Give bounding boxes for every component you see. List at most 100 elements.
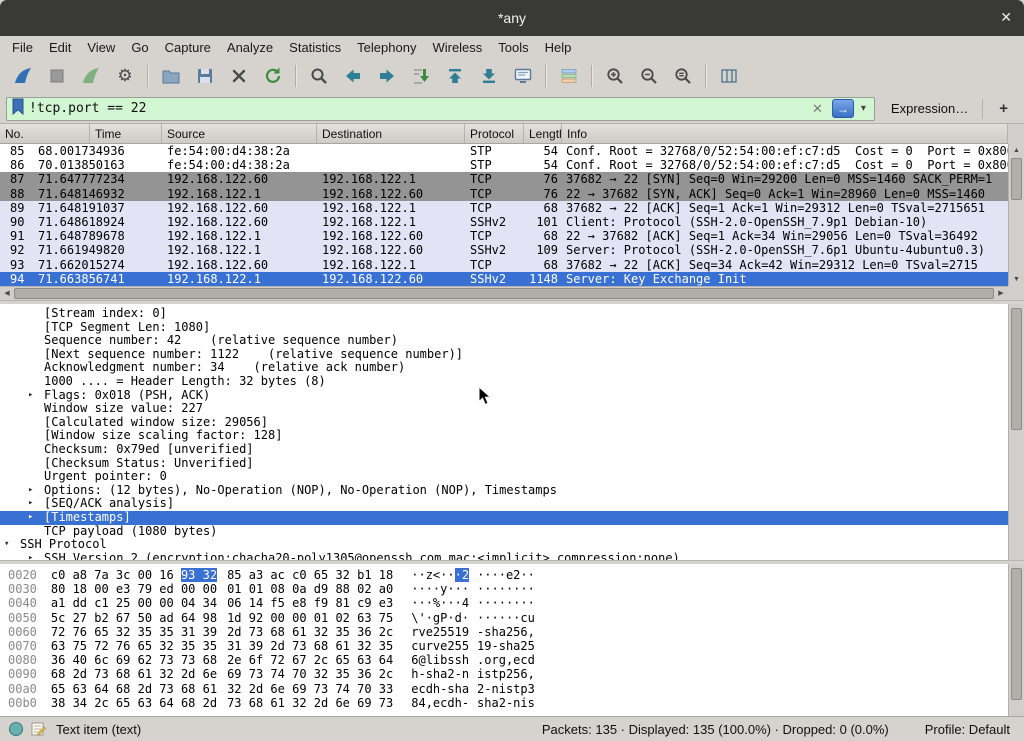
expander-icon[interactable]: ▸ [28, 497, 44, 511]
col-time[interactable]: Time [90, 124, 162, 143]
hex-row[interactable]: 008036 40 6c 69 62 73 73 682e 6f 72 67 2… [0, 653, 1024, 667]
details-vscrollbar[interactable] [1008, 304, 1024, 560]
packet-row[interactable]: 9271.661949820192.168.122.1192.168.122.6… [0, 243, 1008, 257]
capture-comment-icon[interactable] [30, 721, 46, 737]
resize-columns-icon[interactable] [715, 63, 743, 89]
menu-capture[interactable]: Capture [157, 38, 219, 57]
expression-button[interactable]: Expression… [883, 101, 976, 116]
detail-line[interactable]: [Next sequence number: 1122 (relative se… [0, 348, 1008, 362]
find-packet-icon[interactable] [305, 63, 333, 89]
stop-capture-icon[interactable] [43, 63, 71, 89]
menu-wireless[interactable]: Wireless [424, 38, 490, 57]
detail-line[interactable]: ▸[SEQ/ACK analysis] [0, 497, 1008, 511]
detail-line[interactable]: ▾SSH Protocol [0, 538, 1008, 552]
detail-line[interactable]: Checksum: 0x79ed [unverified] [0, 443, 1008, 457]
zoom-reset-icon[interactable] [669, 63, 697, 89]
packet-list-hscrollbar[interactable]: ◀ ▶ [0, 286, 1008, 300]
detail-line[interactable]: ▸Options: (12 bytes), No-Operation (NOP)… [0, 484, 1008, 498]
scrollbar-thumb[interactable] [1011, 308, 1022, 430]
packet-row[interactable]: 9171.648789678192.168.122.1192.168.122.6… [0, 229, 1008, 243]
scrollbar-thumb[interactable] [14, 288, 994, 299]
detail-line[interactable]: TCP payload (1080 bytes) [0, 525, 1008, 539]
packet-row[interactable]: 8568.001734936fe:54:00:d4:38:2aSTP54Conf… [0, 144, 1008, 158]
open-file-icon[interactable] [157, 63, 185, 89]
status-profile[interactable]: Profile: Default [925, 722, 1016, 737]
detail-line[interactable]: [Stream index: 0] [0, 307, 1008, 321]
add-filter-button[interactable]: + [989, 100, 1018, 117]
filter-apply-button[interactable]: → [832, 99, 854, 118]
detail-line[interactable]: Sequence number: 42 (relative sequence n… [0, 334, 1008, 348]
hex-row[interactable]: 00a065 63 64 68 2d 73 68 6132 2d 6e 69 7… [0, 682, 1024, 696]
auto-scroll-icon[interactable] [509, 63, 537, 89]
window-close-button[interactable]: ✕ [1000, 9, 1012, 26]
menu-help[interactable]: Help [537, 38, 580, 57]
detail-line[interactable]: Window size value: 227 [0, 402, 1008, 416]
go-first-icon[interactable] [441, 63, 469, 89]
menu-go[interactable]: Go [123, 38, 156, 57]
hex-row[interactable]: 003080 18 00 e3 79 ed 00 0001 01 08 0a d… [0, 582, 1024, 596]
menu-file[interactable]: File [4, 38, 41, 57]
col-protocol[interactable]: Protocol [465, 124, 524, 143]
menu-statistics[interactable]: Statistics [281, 38, 349, 57]
scroll-right-icon[interactable]: ▶ [994, 287, 1008, 300]
scrollbar-thumb[interactable] [1011, 568, 1022, 700]
packet-row[interactable]: 8871.648146932192.168.122.1192.168.122.6… [0, 187, 1008, 201]
filter-clear-icon[interactable]: ✕ [806, 101, 829, 117]
menu-tools[interactable]: Tools [490, 38, 536, 57]
reload-icon[interactable] [259, 63, 287, 89]
detail-line[interactable]: Acknowledgment number: 34 (relative ack … [0, 361, 1008, 375]
packet-list-vscrollbar[interactable]: ▲ ▼ [1008, 144, 1024, 286]
packet-row[interactable]: 9371.662015274192.168.122.60192.168.122.… [0, 258, 1008, 272]
zoom-in-icon[interactable] [601, 63, 629, 89]
col-source[interactable]: Source [162, 124, 317, 143]
expander-icon[interactable]: ▸ [28, 389, 44, 403]
detail-line[interactable]: [TCP Segment Len: 1080] [0, 321, 1008, 335]
go-forward-icon[interactable] [373, 63, 401, 89]
hex-row[interactable]: 006072 76 65 32 35 35 31 392d 73 68 61 3… [0, 625, 1024, 639]
hex-row[interactable]: 007063 75 72 76 65 32 35 3531 39 2d 73 6… [0, 639, 1024, 653]
filter-bookmark-icon[interactable] [11, 98, 25, 120]
expander-icon[interactable]: ▾ [4, 538, 20, 552]
expander-icon[interactable]: ▸ [28, 511, 44, 525]
scrollbar-thumb[interactable] [1011, 158, 1022, 200]
detail-line[interactable]: [Calculated window size: 29056] [0, 416, 1008, 430]
detail-line[interactable]: [Window size scaling factor: 128] [0, 429, 1008, 443]
hex-vscrollbar[interactable] [1008, 564, 1024, 716]
col-info[interactable]: Info [562, 124, 1008, 143]
hex-row[interactable]: 00505c 27 b2 67 50 ad 64 981d 92 00 00 0… [0, 611, 1024, 625]
detail-line[interactable]: ▸Flags: 0x018 (PSH, ACK) [0, 389, 1008, 403]
expert-info-icon[interactable] [8, 721, 24, 737]
capture-options-icon[interactable]: ⚙ [111, 63, 139, 89]
expander-icon[interactable]: ▸ [28, 552, 44, 560]
hex-row[interactable]: 0040a1 dd c1 25 00 00 04 3406 14 f5 e8 f… [0, 596, 1024, 610]
hex-row[interactable]: 009068 2d 73 68 61 32 2d 6e69 73 74 70 3… [0, 667, 1024, 681]
zoom-out-icon[interactable] [635, 63, 663, 89]
detail-line[interactable]: Urgent pointer: 0 [0, 470, 1008, 484]
filter-text[interactable]: !tcp.port == 22 [25, 101, 806, 116]
filter-input[interactable]: !tcp.port == 22 ✕ → ▾ [6, 97, 875, 121]
scroll-left-icon[interactable]: ◀ [0, 287, 14, 300]
detail-line[interactable]: [Checksum Status: Unverified] [0, 457, 1008, 471]
restart-capture-icon[interactable] [77, 63, 105, 89]
detail-line[interactable]: ▸SSH Version 2 (encryption:chacha20-poly… [0, 552, 1008, 560]
save-file-icon[interactable] [191, 63, 219, 89]
detail-line[interactable]: 1000 .... = Header Length: 32 bytes (8) [0, 375, 1008, 389]
go-to-packet-icon[interactable] [407, 63, 435, 89]
menu-view[interactable]: View [79, 38, 123, 57]
hex-row[interactable]: 00b038 34 2c 65 63 64 68 2d73 68 61 32 2… [0, 696, 1024, 710]
menu-edit[interactable]: Edit [41, 38, 79, 57]
packet-row[interactable]: 9071.648618924192.168.122.60192.168.122.… [0, 215, 1008, 229]
titlebar[interactable]: *any ✕ [0, 0, 1024, 36]
start-capture-icon[interactable] [9, 63, 37, 89]
menu-telephony[interactable]: Telephony [349, 38, 424, 57]
filter-dropdown-icon[interactable]: ▾ [857, 103, 870, 114]
detail-line-selected[interactable]: ▸[Timestamps] [0, 511, 1008, 525]
col-destination[interactable]: Destination [317, 124, 465, 143]
go-back-icon[interactable] [339, 63, 367, 89]
scroll-up-icon[interactable]: ▲ [1009, 144, 1024, 157]
go-last-icon[interactable] [475, 63, 503, 89]
packet-row[interactable]: 8670.013850163fe:54:00:d4:38:2aSTP54Conf… [0, 158, 1008, 172]
packet-row[interactable]: 8971.648191037192.168.122.60192.168.122.… [0, 201, 1008, 215]
col-no[interactable]: No. [0, 124, 90, 143]
menu-analyze[interactable]: Analyze [219, 38, 281, 57]
